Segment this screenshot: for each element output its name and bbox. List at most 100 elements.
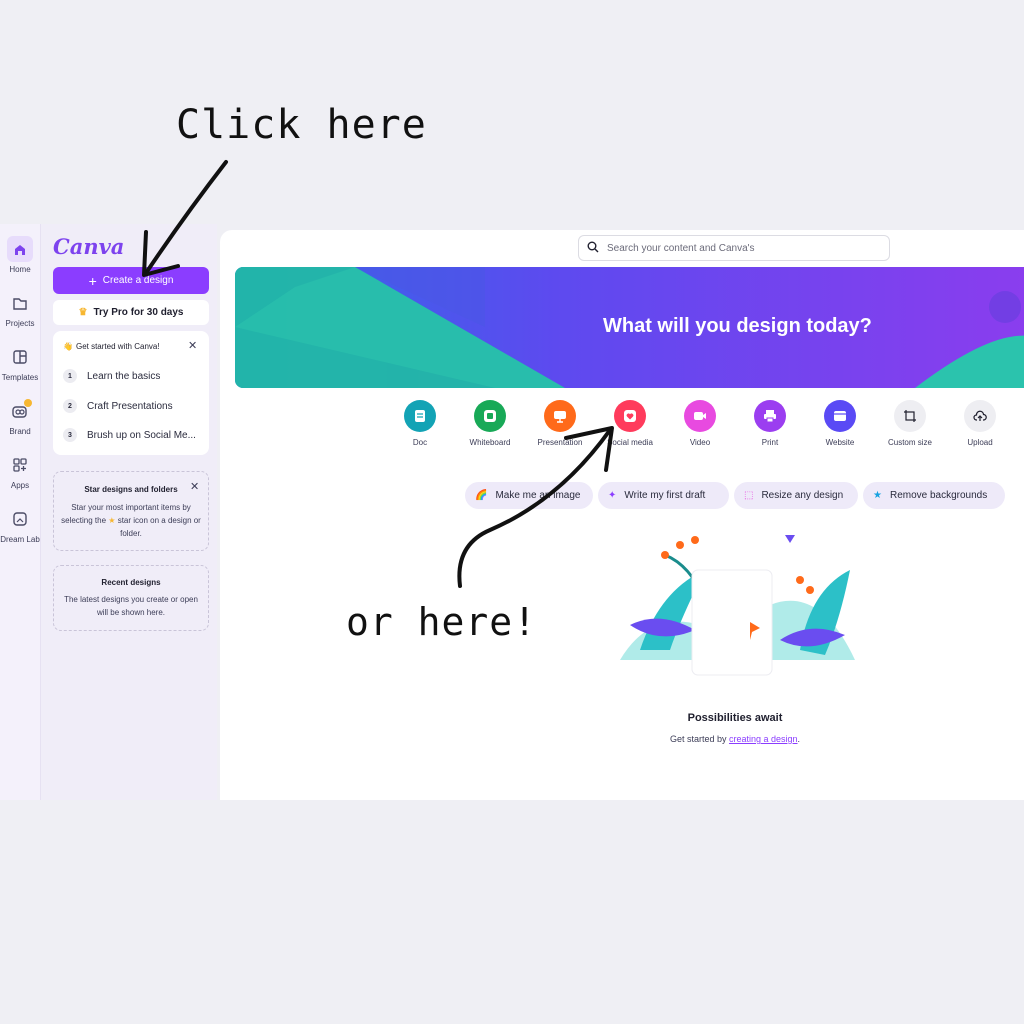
templates-icon xyxy=(7,344,33,370)
step-label: Learn the basics xyxy=(87,370,161,382)
website-icon xyxy=(824,400,856,432)
design-type-custom-size[interactable]: Custom size xyxy=(875,400,945,447)
step-item[interactable]: 1 Learn the basics xyxy=(63,369,160,383)
design-type-print[interactable]: Print xyxy=(735,400,805,447)
annotation-or-here: or here! xyxy=(346,600,538,644)
hero-banner: What will you design today? xyxy=(235,267,1024,388)
empty-state-illustration xyxy=(620,535,855,676)
rail-item-templates[interactable]: Templates xyxy=(0,344,40,382)
design-type-label: Presentation xyxy=(537,438,583,447)
step-number: 1 xyxy=(63,369,77,383)
recent-card-title: Recent designs xyxy=(101,578,161,587)
quick-action-label: Resize any design xyxy=(761,490,844,501)
resize-icon: ⬚ xyxy=(744,490,754,501)
rail-item-home[interactable]: Home xyxy=(0,236,40,274)
rail-label: Apps xyxy=(10,481,30,490)
search-input[interactable]: Search your content and Canva's xyxy=(607,243,755,254)
step-number: 2 xyxy=(63,399,77,413)
quick-action-label: Remove backgrounds xyxy=(889,490,988,501)
get-started-title: Get started with Canva! xyxy=(75,342,160,351)
star-card-body-post: star icon on a design or folder. xyxy=(117,516,201,538)
rail-label: Dream Lab xyxy=(0,535,40,544)
star-card-title: Star designs and folders xyxy=(84,485,178,494)
get-started-card: 👋 Get started with Canva! ✕ 1 Learn the … xyxy=(53,331,209,455)
search-bar[interactable]: Search your content and Canva's xyxy=(578,235,890,261)
design-type-label: Upload xyxy=(967,438,993,447)
design-type-presentation[interactable]: Presentation xyxy=(525,400,595,447)
empty-state-sub-post: . xyxy=(797,734,801,744)
rail-item-brand[interactable]: Brand xyxy=(0,398,40,436)
empty-state-subtitle: Get started by creating a design. xyxy=(600,734,870,744)
step-label: Craft Presentations xyxy=(87,400,173,412)
quick-action-resize[interactable]: ⬚ Resize any design xyxy=(734,482,858,509)
design-type-label: Video xyxy=(689,438,711,447)
empty-state-title: Possibilities await xyxy=(687,712,783,724)
close-icon[interactable]: ✕ xyxy=(188,339,197,352)
icon-rail: Home Projects Templates Brand Apps Dream… xyxy=(0,224,41,800)
rail-item-projects[interactable]: Projects xyxy=(0,290,40,328)
sidebar-panel: Canva + Create a design ♛ Try Pro for 30… xyxy=(41,224,217,800)
quick-action-write-draft[interactable]: ✦ Write my first draft xyxy=(598,482,729,509)
create-design-button[interactable]: + Create a design xyxy=(53,267,209,294)
dream-lab-icon xyxy=(7,506,33,532)
rail-item-dream-lab[interactable]: Dream Lab xyxy=(0,506,40,544)
search-icon xyxy=(587,241,599,256)
step-number: 3 xyxy=(63,428,77,442)
video-icon xyxy=(684,400,716,432)
plus-icon: + xyxy=(88,272,97,289)
design-type-website[interactable]: Website xyxy=(805,400,875,447)
social-media-icon xyxy=(614,400,646,432)
try-pro-button[interactable]: ♛ Try Pro for 30 days xyxy=(53,300,209,325)
custom-size-icon xyxy=(894,400,926,432)
design-type-label: Whiteboard xyxy=(469,438,511,447)
design-type-upload[interactable]: Upload xyxy=(945,400,1015,447)
folder-icon xyxy=(7,290,33,316)
home-icon xyxy=(7,236,33,262)
design-type-label: Website xyxy=(825,438,855,447)
brand-icon xyxy=(7,398,33,424)
quick-action-make-image[interactable]: 🌈 Make me an image xyxy=(465,482,593,509)
rail-label: Projects xyxy=(5,319,35,328)
rainbow-icon: 🌈 xyxy=(475,490,488,501)
canva-app-window: Home Projects Templates Brand Apps Dream… xyxy=(0,224,1024,800)
rail-label: Brand xyxy=(9,427,31,436)
magic-wand-icon: ✦ xyxy=(608,490,617,501)
doc-icon xyxy=(404,400,436,432)
star-designs-card: Star designs and folders ✕ Star your mos… xyxy=(53,471,209,551)
banner-title: What will you design today? xyxy=(603,315,872,337)
design-type-whiteboard[interactable]: Whiteboard xyxy=(455,400,525,447)
quick-action-label: Make me an image xyxy=(495,490,581,501)
annotation-click-here: Click here xyxy=(176,102,427,148)
step-label: Brush up on Social Me... xyxy=(87,429,196,441)
design-type-video[interactable]: Video xyxy=(665,400,735,447)
design-type-label: Print xyxy=(761,438,779,447)
design-type-label: Social media xyxy=(607,438,653,447)
create-design-link[interactable]: creating a design xyxy=(729,734,798,744)
apps-icon xyxy=(7,452,33,478)
create-design-label: Create a design xyxy=(102,275,174,286)
step-item[interactable]: 3 Brush up on Social Me... xyxy=(63,428,196,442)
crown-icon: ♛ xyxy=(78,307,88,318)
rail-label: Templates xyxy=(1,373,39,382)
design-type-doc[interactable]: Doc xyxy=(385,400,455,447)
close-icon[interactable]: ✕ xyxy=(190,480,199,493)
quick-action-remove-bg[interactable]: ★ Remove backgrounds xyxy=(863,482,1005,509)
star-icon: ★ xyxy=(873,490,882,501)
main-content: Search your content and Canva's What wil… xyxy=(220,230,1024,800)
recent-card-body: The latest designs you create or open wi… xyxy=(64,595,198,617)
star-icon: ★ xyxy=(108,516,116,525)
whiteboard-icon xyxy=(474,400,506,432)
canva-logo: Canva xyxy=(53,234,125,259)
wave-icon: 👋 xyxy=(63,342,73,351)
print-icon xyxy=(754,400,786,432)
recent-designs-card: Recent designs The latest designs you cr… xyxy=(53,565,209,631)
quick-action-label: Write my first draft xyxy=(624,490,706,501)
rail-item-apps[interactable]: Apps xyxy=(0,452,40,490)
get-started-title-row: 👋 Get started with Canva! xyxy=(63,342,160,351)
design-type-social-media[interactable]: Social media xyxy=(595,400,665,447)
empty-state-sub-pre: Get started by xyxy=(669,734,727,744)
upload-icon xyxy=(964,400,996,432)
design-type-label: Doc xyxy=(412,438,428,447)
rail-label: Home xyxy=(9,265,31,274)
step-item[interactable]: 2 Craft Presentations xyxy=(63,399,173,413)
